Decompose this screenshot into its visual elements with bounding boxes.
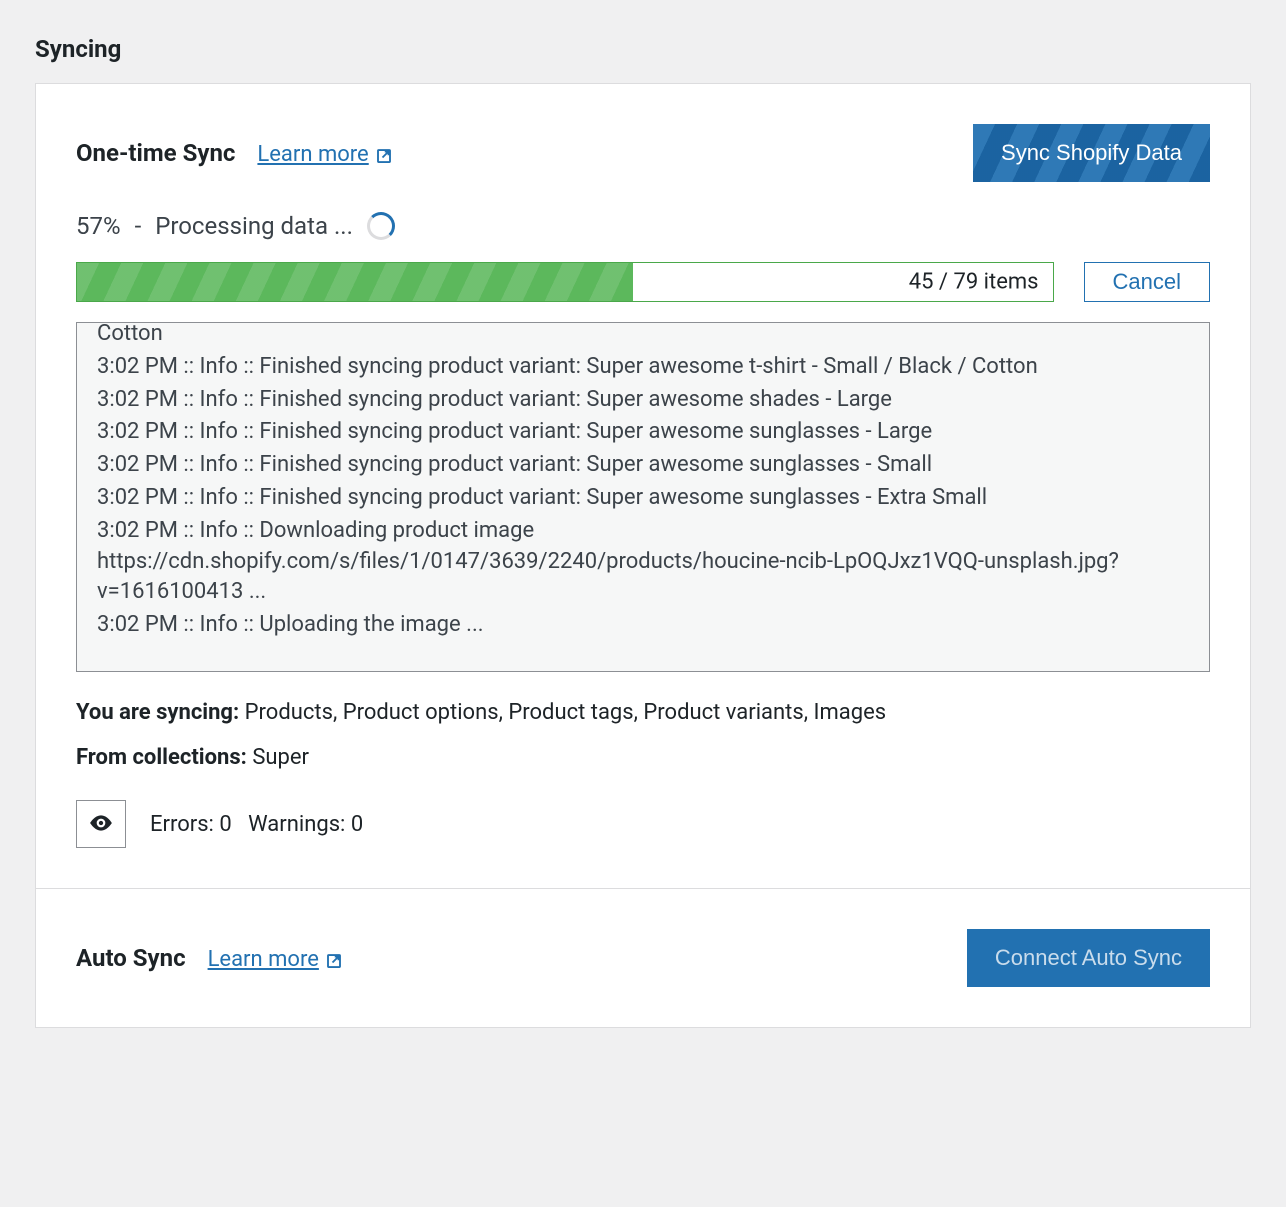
log-line: 3:02 PM :: Info :: Finished syncing prod…	[97, 352, 1189, 383]
one-time-sync-section: One-time Sync Learn more Sync Shopify Da…	[36, 84, 1250, 888]
log-line: 3:02 PM :: Info :: Uploading the image .…	[97, 610, 1189, 641]
auto-sync-header-left: Auto Sync Learn more	[76, 944, 343, 972]
syncing-label: You are syncing:	[76, 700, 239, 725]
auto-sync-learn-more-link[interactable]: Learn more	[208, 947, 343, 972]
progress-bar: 45 / 79 items	[76, 262, 1054, 302]
spinner-icon	[367, 212, 395, 240]
log-line: Cotton	[97, 322, 1189, 350]
log-line: 3:02 PM :: Info :: Finished syncing prod…	[97, 385, 1189, 416]
log-line: 3:02 PM :: Info :: Finished syncing prod…	[97, 417, 1189, 448]
sync-log[interactable]: Cotton 3:02 PM :: Info :: Finished synci…	[76, 322, 1210, 672]
syncing-items: Products, Product options, Product tags,…	[245, 700, 886, 725]
sync-percent: 57%	[76, 212, 121, 240]
log-line: 3:02 PM :: Info :: Downloading product i…	[97, 516, 1189, 608]
sync-separator: -	[135, 212, 142, 240]
learn-more-link[interactable]: Learn more	[257, 142, 392, 167]
progress-row: 45 / 79 items Cancel	[76, 262, 1210, 302]
auto-sync-title: Auto Sync	[76, 944, 186, 972]
warnings-label: Warnings:	[248, 812, 345, 837]
stats-row: Errors: 0 Warnings: 0	[76, 800, 1210, 848]
progress-items-text: 45 / 79 items	[909, 270, 1039, 295]
log-line: 3:02 PM :: Info :: Finished syncing prod…	[97, 483, 1189, 514]
from-collections-label: From collections:	[76, 745, 247, 770]
from-collections-info: From collections: Super	[76, 745, 1210, 770]
cancel-button[interactable]: Cancel	[1084, 262, 1210, 302]
learn-more-label: Learn more	[257, 142, 368, 167]
stats-text: Errors: 0 Warnings: 0	[150, 812, 363, 837]
page-title: Syncing	[35, 35, 1251, 63]
learn-more-label: Learn more	[208, 947, 319, 972]
sync-card: One-time Sync Learn more Sync Shopify Da…	[35, 83, 1251, 1028]
one-time-sync-header-left: One-time Sync Learn more	[76, 139, 393, 167]
external-link-icon	[375, 146, 393, 164]
sync-status-text: Processing data ...	[155, 212, 353, 240]
errors-count: 0	[219, 812, 231, 837]
from-collections-value: Super	[252, 745, 309, 770]
syncing-info: You are syncing: Products, Product optio…	[76, 700, 1210, 725]
warnings-count: 0	[351, 812, 363, 837]
log-line: 3:02 PM :: Info :: Finished syncing prod…	[97, 450, 1189, 481]
sync-status-row: 57% - Processing data ...	[76, 212, 1210, 240]
sync-shopify-data-button[interactable]: Sync Shopify Data	[973, 124, 1210, 182]
errors-label: Errors:	[150, 812, 214, 837]
auto-sync-header: Auto Sync Learn more Connect Auto Sync	[76, 929, 1210, 987]
one-time-sync-title: One-time Sync	[76, 139, 235, 167]
auto-sync-section: Auto Sync Learn more Connect Auto Sync	[36, 888, 1250, 1027]
eye-icon	[88, 810, 114, 839]
connect-auto-sync-button[interactable]: Connect Auto Sync	[967, 929, 1210, 987]
progress-fill	[77, 263, 633, 301]
external-link-icon	[325, 951, 343, 969]
view-log-button[interactable]	[76, 800, 126, 848]
one-time-sync-header: One-time Sync Learn more Sync Shopify Da…	[76, 124, 1210, 182]
